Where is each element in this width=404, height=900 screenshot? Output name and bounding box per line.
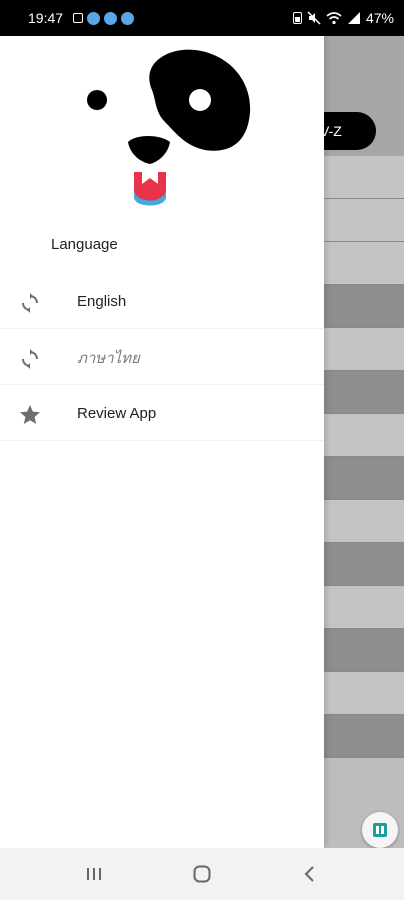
system-navigation-bar <box>0 848 404 900</box>
menu-item-english[interactable]: English <box>0 275 324 329</box>
back-icon <box>304 866 314 882</box>
signal-icon <box>347 12 360 24</box>
star-icon <box>20 405 40 424</box>
floating-action-button[interactable] <box>362 812 398 848</box>
app-logo <box>87 49 251 206</box>
recent-apps-icon <box>87 868 101 880</box>
menu-item-label: English <box>77 293 127 310</box>
mute-icon <box>307 11 321 25</box>
status-bar-left: 19:47 <box>28 10 135 26</box>
refresh-icon <box>22 349 38 369</box>
home-icon <box>193 865 211 883</box>
home-button[interactable] <box>182 854 222 894</box>
recent-apps-button[interactable] <box>74 854 114 894</box>
menu-item-thai[interactable]: ภาษาไทย <box>0 331 324 385</box>
back-button[interactable] <box>290 854 330 894</box>
battery-saver-icon <box>292 12 302 24</box>
refresh-icon <box>22 293 38 313</box>
gallery-icon <box>73 13 84 23</box>
status-bar: 19:47 47% <box>0 0 404 36</box>
menu-item-label: ภาษาไทย <box>77 349 140 367</box>
notification-face-icon <box>104 11 118 25</box>
notification-face-icon <box>121 11 135 25</box>
menu-item-label: Review App <box>77 405 157 422</box>
menu-item-review-app[interactable]: Review App <box>0 387 324 441</box>
navigation-drawer: Language English ภาษาไทย Review App <box>0 36 324 848</box>
notification-face-icon <box>87 11 101 25</box>
status-time: 19:47 <box>28 10 64 26</box>
language-section-header: Language <box>51 236 118 253</box>
battery-percent: 47% <box>365 10 394 26</box>
wifi-icon <box>326 12 342 25</box>
book-icon <box>373 823 387 837</box>
status-bar-right: 47% <box>292 10 394 26</box>
